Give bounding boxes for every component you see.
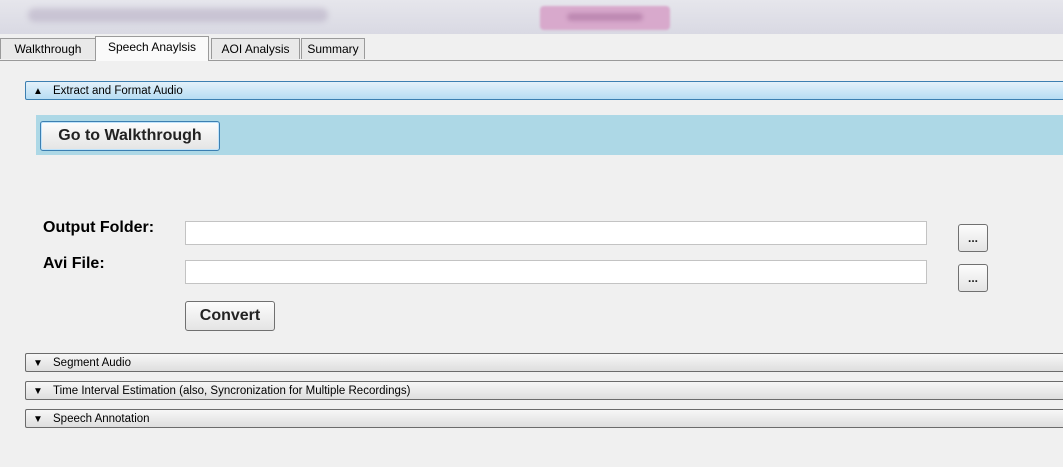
tab-aoi-analysis[interactable]: AOI Analysis [211,38,300,59]
expand-arrow-icon: ▼ [33,414,43,425]
window-title-blurred [28,8,328,22]
tab-summary[interactable]: Summary [301,38,365,59]
output-folder-label: Output Folder: [43,219,155,236]
expander-label: Segment Audio [53,357,132,369]
expander-extract-format-audio[interactable]: ▲ Extract and Format Audio [25,81,1063,100]
convert-button[interactable]: Convert [185,301,275,331]
collapse-arrow-icon: ▲ [33,86,43,97]
go-to-walkthrough-button[interactable]: Go to Walkthrough [40,121,220,151]
expander-time-interval-estimation[interactable]: ▼ Time Interval Estimation (also, Syncro… [25,381,1063,400]
browse-output-folder-button[interactable]: ... [958,224,988,252]
window-title-bar [0,0,1063,34]
avi-file-input[interactable] [185,260,927,284]
expand-arrow-icon: ▼ [33,386,43,397]
tab-strip: Walkthrough Speech Anaylsis AOI Analysis… [0,36,1063,61]
avi-file-label: Avi File: [43,255,105,272]
expander-label: Time Interval Estimation (also, Syncroni… [53,385,411,397]
output-folder-input[interactable] [185,221,927,245]
speech-analysis-panel: ▲ Extract and Format Audio Go to Walkthr… [0,61,1063,467]
expander-segment-audio[interactable]: ▼ Segment Audio [25,353,1063,372]
browse-avi-file-button[interactable]: ... [958,264,988,292]
expander-label: Speech Annotation [53,413,150,425]
expander-speech-annotation[interactable]: ▼ Speech Annotation [25,409,1063,428]
title-pill-blurred-text [567,13,643,21]
tab-speech-analysis[interactable]: Speech Anaylsis [95,36,209,61]
tab-walkthrough[interactable]: Walkthrough [0,38,96,59]
expander-label: Extract and Format Audio [53,85,183,97]
expand-arrow-icon: ▼ [33,358,43,369]
